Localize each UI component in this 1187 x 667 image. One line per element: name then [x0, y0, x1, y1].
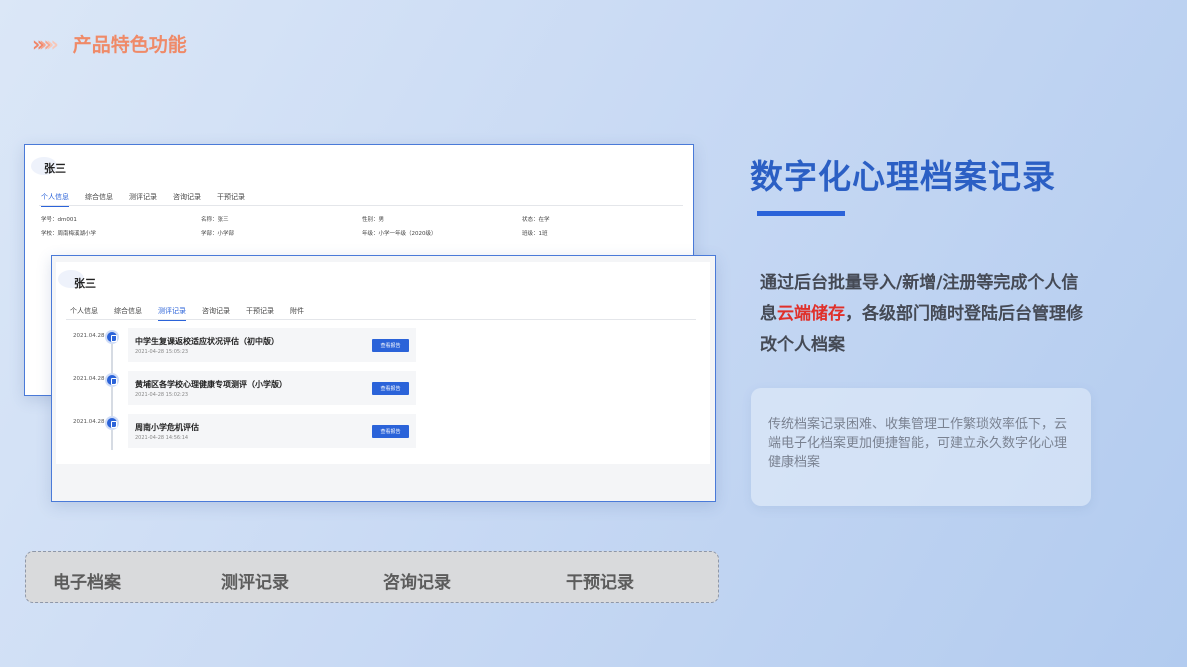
record-time: 2021-04-28 15:05:23 — [135, 349, 189, 355]
view-report-button[interactable]: 查看报告 — [372, 382, 409, 395]
student-name: 张三 — [44, 162, 66, 175]
record-date: 2021.04.28 — [73, 333, 105, 339]
feature-assessment-records: 测评记录 — [221, 573, 289, 593]
document-icon — [105, 330, 119, 344]
feature-consultation-records: 咨询记录 — [383, 573, 451, 593]
tab-consultation[interactable]: 咨询记录 — [173, 192, 201, 202]
tab-assessment[interactable]: 测评记录 — [129, 192, 157, 202]
record-time: 2021-04-28 15:02:23 — [135, 392, 189, 398]
page-header: »»» 产品特色功能 — [32, 30, 187, 57]
tab-assessment[interactable]: 测评记录 — [158, 306, 186, 321]
record-time: 2021-04-28 14:56:14 — [135, 435, 189, 441]
highlight-cloud-storage: 云端储存 — [777, 304, 845, 324]
tab-consultation[interactable]: 咨询记录 — [202, 306, 230, 316]
note-card: 传统档案记录困难、收集管理工作繁琐效率低下，云端电子化档案更加便捷智能，可建立永… — [751, 388, 1091, 506]
feature-electronic-archive: 电子档案 — [53, 573, 121, 593]
tab-attachments[interactable]: 附件 — [290, 306, 304, 316]
document-icon — [105, 373, 119, 387]
tab-personal-info[interactable]: 个人信息 — [41, 192, 69, 207]
chevron-right-icon: »»» — [32, 31, 59, 56]
info-status: 状态：在学 — [522, 217, 550, 223]
record-date: 2021.04.28 — [73, 419, 105, 425]
feature-title: 数字化心理档案记录 — [750, 157, 1056, 196]
view-report-button[interactable]: 查看报告 — [372, 425, 409, 438]
info-name: 名称：张三 — [201, 217, 229, 223]
assessment-records-panel: 张三 个人信息 综合信息 测评记录 咨询记录 干预记录 附件 2021.04.2… — [51, 255, 716, 502]
feature-intervention-records: 干预记录 — [566, 573, 634, 593]
section-title: 产品特色功能 — [72, 34, 187, 56]
tab-divider — [39, 205, 683, 206]
record-item: 黄埔区各学校心理健康专项测评（小学版） 2021-04-28 15:02:23 … — [128, 371, 416, 405]
tab-intervention[interactable]: 干预记录 — [217, 192, 245, 202]
tab-divider — [66, 319, 696, 320]
tab-personal-info[interactable]: 个人信息 — [70, 306, 98, 316]
profile-tabs: 个人信息 综合信息 测评记录 咨询记录 干预记录 — [41, 192, 245, 207]
record-title: 中学生复课返校适应状况评估（初中版） — [135, 337, 279, 346]
feature-bar: 电子档案 测评记录 咨询记录 干预记录 — [25, 551, 719, 603]
student-name: 张三 — [74, 277, 96, 290]
document-icon — [105, 416, 119, 430]
info-gender: 性别：男 — [362, 217, 385, 223]
info-grade: 年级：小学一年级（2020级） — [362, 231, 437, 237]
record-item: 中学生复课返校适应状况评估（初中版） 2021-04-28 15:05:23 查… — [128, 328, 416, 362]
info-division: 学部：小学部 — [201, 231, 235, 237]
tab-intervention[interactable]: 干预记录 — [246, 306, 274, 316]
tab-general-info[interactable]: 综合信息 — [85, 192, 113, 202]
info-class: 班级：1班 — [522, 231, 548, 237]
records-card: 张三 个人信息 综合信息 测评记录 咨询记录 干预记录 附件 2021.04.2… — [56, 262, 710, 464]
info-school: 学校：周南梅溪湖小学 — [41, 231, 97, 237]
view-report-button[interactable]: 查看报告 — [372, 339, 409, 352]
record-date: 2021.04.28 — [73, 376, 105, 382]
note-text: 传统档案记录困难、收集管理工作繁琐效率低下，云端电子化档案更加便捷智能，可建立永… — [768, 417, 1068, 470]
info-student-id: 学号：dm001 — [41, 217, 77, 223]
timeline-line — [111, 332, 113, 450]
record-item: 周南小学危机评估 2021-04-28 14:56:14 查看报告 — [128, 414, 416, 448]
feature-description: 通过后台批量导入/新增/注册等完成个人信息云端储存，各级部门随时登陆后台管理修改… — [760, 273, 1083, 355]
record-title: 周南小学危机评估 — [135, 423, 199, 432]
tab-general-info[interactable]: 综合信息 — [114, 306, 142, 316]
profile-tabs: 个人信息 综合信息 测评记录 咨询记录 干预记录 附件 — [70, 306, 304, 321]
title-underline — [757, 211, 845, 216]
record-title: 黄埔区各学校心理健康专项测评（小学版） — [135, 380, 287, 389]
